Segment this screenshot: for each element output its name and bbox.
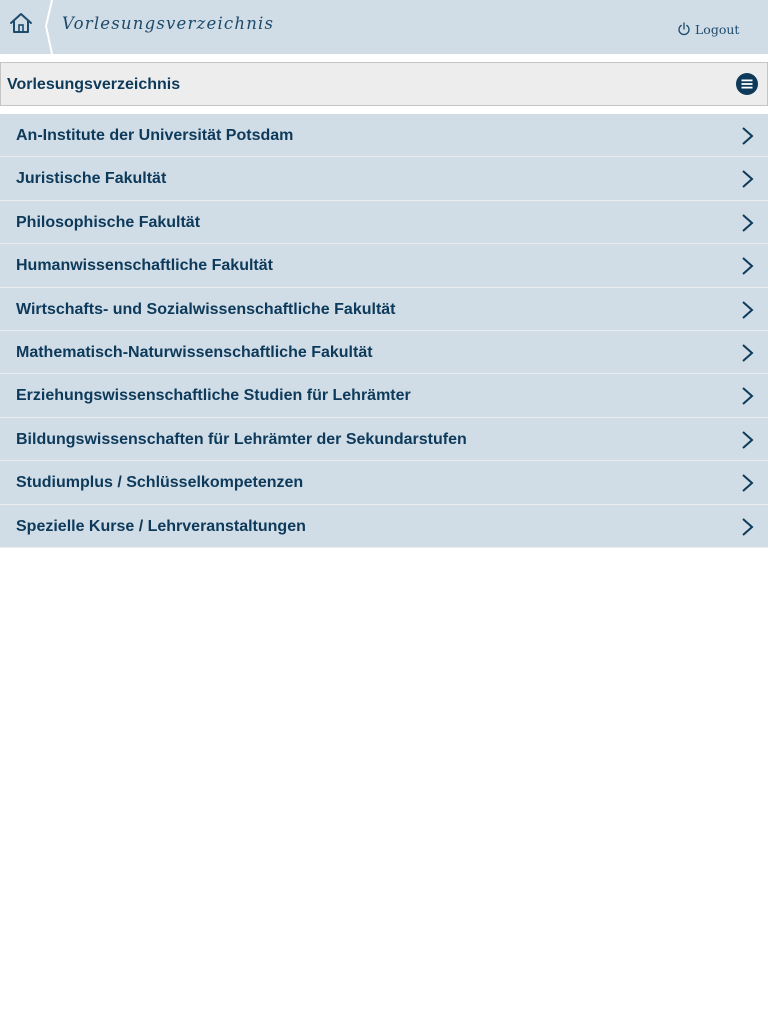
list-item-erziehungswissenschaftliche-studien[interactable]: Erziehungswissenschaftliche Studien für … xyxy=(0,374,768,418)
list-item-label: Juristische Fakultät xyxy=(16,170,167,188)
list-item-mathnat-fakultaet[interactable]: Mathematisch-Naturwissenschaftliche Faku… xyxy=(0,330,768,375)
chevron-right-icon xyxy=(742,300,754,319)
menu-button[interactable] xyxy=(736,73,758,95)
list-item-label: Philosophische Fakultät xyxy=(16,213,201,231)
list-item-studiumplus[interactable]: Studiumplus / Schlüsselkompetenzen xyxy=(0,461,768,505)
list-item-label: Spezielle Kurse / Lehrveranstaltungen xyxy=(16,517,306,535)
chevron-right-icon xyxy=(742,214,754,232)
faculty-list: An-Institute der Universität Potsdam Jur… xyxy=(0,114,768,548)
section-title: Vorlesungsverzeichnis xyxy=(7,76,181,93)
list-item-philosophische-fakultaet[interactable]: Philosophische Fakultät xyxy=(0,200,768,245)
top-header: Vorlesungsverzeichnis Logout xyxy=(0,0,768,54)
header-divider xyxy=(44,0,53,54)
list-item-label: An-Institute der Universität Potsdam xyxy=(16,127,294,144)
list-item-label: Wirtschafts- und Sozialwissenschaftliche… xyxy=(16,300,396,318)
chevron-right-icon xyxy=(742,387,754,406)
list-item-juristische-fakultaet[interactable]: Juristische Fakultät xyxy=(0,157,768,201)
menu-icon xyxy=(736,73,758,95)
home-icon xyxy=(10,13,32,33)
list-item-bildungswissenschaften[interactable]: Bildungswissenschaften für Lehrämter der… xyxy=(0,417,768,462)
logout-label: Logout xyxy=(695,21,740,37)
list-item-wiso-fakultaet[interactable]: Wirtschafts- und Sozialwissenschaftliche… xyxy=(0,287,768,331)
chevron-right-icon xyxy=(742,170,754,189)
list-item-humanwissenschaftliche-fakultaet[interactable]: Humanwissenschaftliche Fakultät xyxy=(0,244,768,288)
list-item-label: Mathematisch-Naturwissenschaftliche Faku… xyxy=(16,343,373,361)
list-item-label: Humanwissenschaftliche Fakultät xyxy=(16,257,273,275)
list-item-label: Erziehungswissenschaftliche Studien für … xyxy=(16,387,411,405)
home-button[interactable] xyxy=(0,0,44,54)
list-item-label: Studiumplus / Schlüsselkompetenzen xyxy=(16,474,304,492)
logout-button[interactable]: Logout xyxy=(677,20,739,38)
power-icon xyxy=(678,22,690,36)
chevron-right-icon xyxy=(742,127,754,145)
chevron-right-icon xyxy=(742,517,754,536)
section-header: Vorlesungsverzeichnis xyxy=(0,62,768,106)
chevron-right-icon xyxy=(742,430,754,449)
list-item-label: Bildungswissenschaften für Lehrämter der… xyxy=(16,430,467,448)
chevron-right-icon xyxy=(742,344,754,362)
list-item-spezielle-kurse[interactable]: Spezielle Kurse / Lehrveranstaltungen xyxy=(0,504,768,548)
chevron-right-icon xyxy=(742,474,754,492)
list-item-an-institute[interactable]: An-Institute der Universität Potsdam xyxy=(0,114,768,158)
app-title: Vorlesungsverzeichnis xyxy=(62,14,275,33)
chevron-right-icon xyxy=(742,257,754,275)
